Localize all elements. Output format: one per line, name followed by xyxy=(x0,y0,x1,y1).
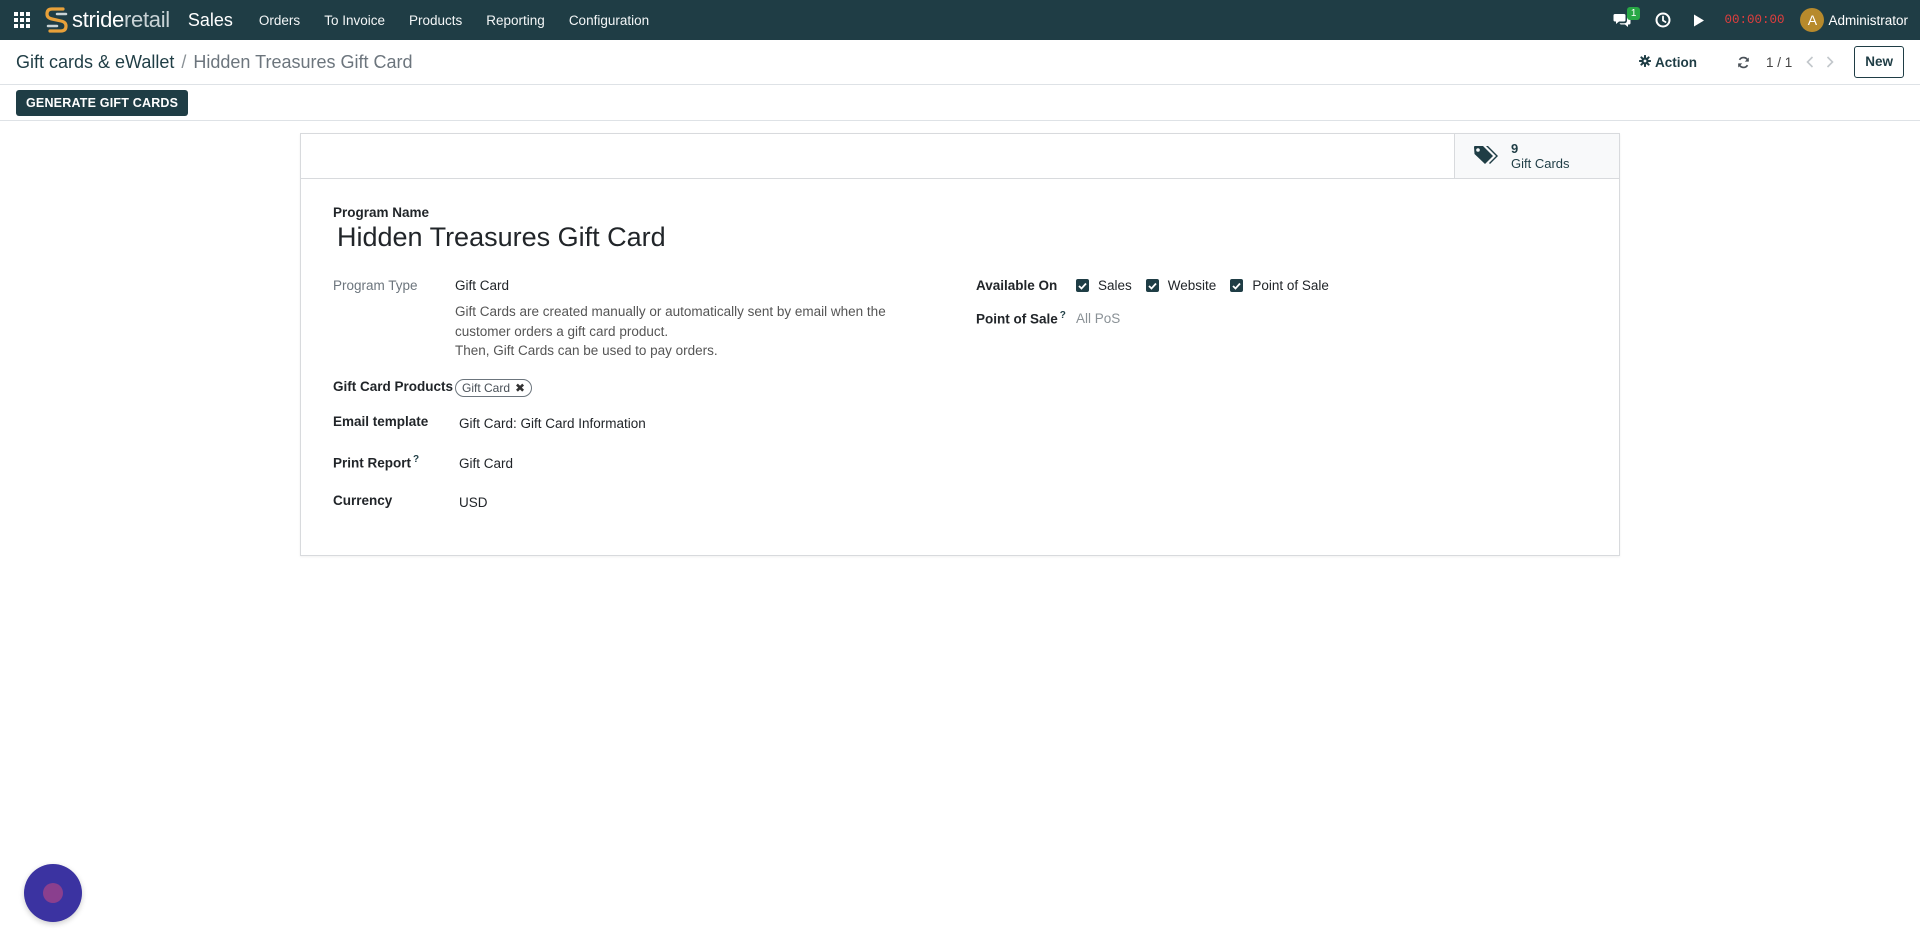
website-checkbox-label[interactable]: Website xyxy=(1168,278,1217,293)
point-of-sale-label: Point of Sale? xyxy=(976,310,1066,327)
top-navbar: strideretail Sales Orders To Invoice Pro… xyxy=(0,0,1920,40)
control-panel: Gift cards & eWallet / Hidden Treasures … xyxy=(0,40,1920,85)
point-of-sale-label-text: Point of Sale xyxy=(976,311,1058,327)
stat-text: 9 Gift Cards xyxy=(1511,141,1570,171)
help-icon[interactable]: ? xyxy=(1060,310,1066,321)
timer-play-button[interactable] xyxy=(1684,0,1714,40)
user-menu[interactable]: A Administrator xyxy=(1800,8,1908,32)
print-report-field[interactable]: Gift Card xyxy=(459,456,513,471)
menu-reporting[interactable]: Reporting xyxy=(474,0,557,40)
generate-gift-cards-button[interactable]: GENERATE GIFT CARDS xyxy=(16,89,189,116)
navbar-systray: 1 00:00:00 A Administrator xyxy=(1604,0,1920,40)
avatar: A xyxy=(1800,8,1825,32)
menu-orders[interactable]: Orders xyxy=(247,0,312,40)
stat-label: Gift Cards xyxy=(1511,156,1570,171)
brand-logo[interactable]: strideretail xyxy=(45,0,170,40)
gear-icon xyxy=(1638,54,1651,70)
app-name[interactable]: Sales xyxy=(188,10,233,31)
print-report-label: Print Report? xyxy=(333,454,419,471)
form-sheet: 9 Gift Cards Program Name Hidden Treasur… xyxy=(300,133,1620,556)
breadcrumb-separator: / xyxy=(181,51,187,72)
form-statusbar: GENERATE GIFT CARDS xyxy=(0,85,1920,121)
breadcrumb: Gift cards & eWallet / Hidden Treasures … xyxy=(16,52,413,73)
remove-tag-icon[interactable]: ✖ xyxy=(515,381,525,395)
currency-field[interactable]: USD xyxy=(459,495,488,510)
new-button[interactable]: New xyxy=(1854,46,1904,78)
stat-value: 9 xyxy=(1511,141,1519,156)
point-of-sale-checkbox-label[interactable]: Point of Sale xyxy=(1252,278,1329,293)
website-checkbox[interactable] xyxy=(1145,279,1159,292)
help-icon[interactable]: ? xyxy=(413,454,419,465)
smart-button-box: 9 Gift Cards xyxy=(301,134,1619,179)
breadcrumb-parent-link[interactable]: Gift cards & eWallet xyxy=(16,52,174,73)
activities-button[interactable] xyxy=(1646,0,1680,40)
program-type-label: Program Type xyxy=(333,278,418,293)
currency-label: Currency xyxy=(333,493,393,508)
menu-to-invoice[interactable]: To Invoice xyxy=(312,0,397,40)
description-line-2: Then, Gift Cards can be used to pay orde… xyxy=(455,343,718,358)
point-of-sale-checkbox[interactable] xyxy=(1230,279,1244,292)
action-menu-button[interactable]: Action xyxy=(1638,54,1697,70)
brand-wordmark: strideretail xyxy=(72,7,170,32)
program-type-description: Gift Cards are created manually or autom… xyxy=(455,302,925,361)
email-template-label: Email template xyxy=(333,414,429,429)
menu-configuration[interactable]: Configuration xyxy=(557,0,661,40)
control-panel-actions: Action 1 / 1 New xyxy=(1638,46,1920,78)
tag-label: Gift Card xyxy=(462,381,511,395)
pager-previous-icon[interactable] xyxy=(1806,56,1814,68)
available-on-label: Available On xyxy=(976,278,1058,293)
brand-mark-icon xyxy=(45,7,68,33)
description-line-1: Gift Cards are created manually or autom… xyxy=(455,304,886,339)
apps-menu-icon[interactable] xyxy=(0,0,44,40)
gift-cards-stat-button[interactable]: 9 Gift Cards xyxy=(1454,134,1619,178)
gift-card-products-label: Gift Card Products xyxy=(333,379,454,394)
print-report-label-text: Print Report xyxy=(333,455,412,471)
program-name-field[interactable]: Hidden Treasures Gift Card xyxy=(337,222,666,253)
play-icon xyxy=(1694,14,1705,26)
action-label: Action xyxy=(1654,54,1697,70)
breadcrumb-current: Hidden Treasures Gift Card xyxy=(193,51,413,72)
refresh-icon[interactable] xyxy=(1737,56,1750,69)
clock-icon xyxy=(1655,12,1671,28)
gift-card-product-tag[interactable]: Gift Card ✖ xyxy=(455,379,533,397)
timer-display: 00:00:00 xyxy=(1724,13,1785,27)
pager-value[interactable]: 1 / 1 xyxy=(1766,55,1792,70)
menu-products[interactable]: Products xyxy=(397,0,474,40)
email-template-field[interactable]: Gift Card: Gift Card Information xyxy=(459,416,646,431)
tags-icon xyxy=(1473,145,1499,167)
messages-button[interactable]: 1 xyxy=(1604,0,1641,40)
program-type-value: Gift Card xyxy=(455,278,510,293)
program-name-label: Program Name xyxy=(333,205,430,220)
livechat-button[interactable] xyxy=(24,864,82,922)
point-of-sale-field[interactable]: All PoS xyxy=(1076,311,1120,326)
pager-next-icon[interactable] xyxy=(1826,56,1834,68)
messages-count-badge: 1 xyxy=(1626,7,1641,20)
livechat-icon xyxy=(43,883,63,903)
available-on-checkboxes: Sales Website Point of Sale xyxy=(1076,278,1343,293)
sales-checkbox[interactable] xyxy=(1076,279,1089,292)
sales-checkbox-label[interactable]: Sales xyxy=(1098,278,1132,293)
user-name: Administrator xyxy=(1828,12,1908,28)
